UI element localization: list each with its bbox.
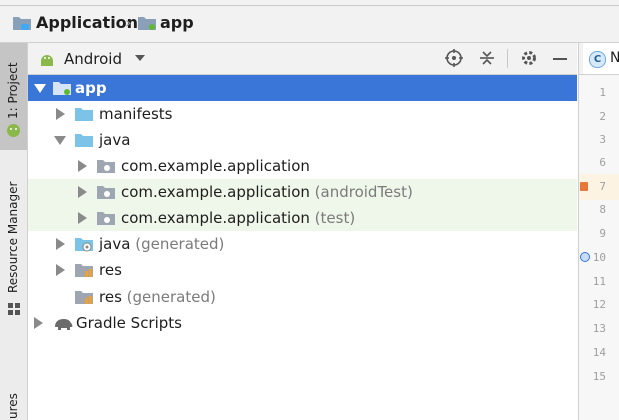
line-number: 9	[599, 227, 606, 240]
project-folder-icon	[13, 17, 31, 30]
tree-item-manifests[interactable]: manifests	[28, 101, 577, 127]
expand-arrow-icon[interactable]	[78, 186, 87, 198]
module-folder-icon	[138, 17, 156, 30]
folder-icon	[75, 134, 93, 147]
clipped-title-strip	[0, 0, 619, 6]
tree-item-suffix: (generated)	[126, 288, 216, 306]
locate-icon[interactable]	[445, 49, 463, 67]
class-icon: C	[589, 51, 606, 68]
folder-icon	[75, 108, 93, 121]
package-icon	[97, 186, 115, 199]
resource-manager-tab-label: Resource Manager	[6, 181, 20, 293]
tree-item-java-generated[interactable]: java (generated)	[28, 231, 577, 257]
project-tool-tab[interactable]: 1: Project	[0, 43, 27, 150]
tree-item-label: res (generated)	[99, 288, 216, 306]
editor-tab[interactable]: C N	[583, 43, 619, 74]
resource-folder-icon	[75, 291, 93, 304]
line-number: 14	[592, 346, 606, 359]
line-number: 13	[592, 322, 606, 335]
toolbar-divider	[507, 49, 508, 68]
tree-item-label: manifests	[99, 105, 173, 123]
line-number: 2	[599, 110, 606, 123]
package-icon	[97, 212, 115, 225]
tree-item-res-generated[interactable]: res (generated)	[28, 284, 577, 310]
tree-item-app[interactable]: app	[28, 75, 577, 101]
editor-tab-label: N	[610, 50, 619, 66]
structure-tool-tab[interactable]: ures	[6, 393, 20, 419]
line-number: 8	[599, 203, 606, 216]
tree-item-label: Gradle Scripts	[76, 314, 182, 332]
tree-item-suffix: (test)	[314, 209, 356, 227]
tree-item-label: java	[99, 131, 131, 149]
tree-item-label: com.example.application (test)	[121, 209, 356, 227]
project-panel-header: Android	[28, 43, 577, 75]
editor-tab-bar: C N	[579, 43, 619, 75]
generated-folder-icon	[75, 238, 93, 252]
package-icon	[97, 160, 115, 173]
tree-item-res[interactable]: res	[28, 257, 577, 283]
view-mode-selector[interactable]: Android	[64, 50, 122, 68]
tree-item-suffix: (generated)	[135, 235, 225, 253]
minimize-icon[interactable]	[553, 58, 567, 60]
breadcrumb-project[interactable]: Application	[36, 13, 138, 33]
tree-item-label: com.example.application	[121, 157, 310, 175]
expand-arrow-icon[interactable]	[56, 108, 65, 120]
line-number: 12	[592, 298, 606, 311]
line-number: 11	[592, 275, 606, 288]
android-icon	[41, 55, 53, 66]
gear-icon[interactable]	[520, 49, 538, 67]
tree-item-package-android-test[interactable]: com.example.application (androidTest)	[28, 179, 577, 205]
resource-folder-icon	[75, 264, 93, 277]
tree-item-suffix: (androidTest)	[314, 183, 413, 201]
expand-arrow-icon[interactable]	[56, 238, 65, 250]
breadcrumb-module[interactable]: app	[160, 13, 194, 33]
resource-manager-icon	[8, 303, 20, 315]
android-icon	[7, 124, 20, 137]
expand-arrow-icon[interactable]	[34, 317, 43, 329]
module-folder-icon	[53, 82, 71, 95]
expand-arrow-icon[interactable]	[78, 212, 87, 224]
tree-item-package-test[interactable]: com.example.application (test)	[28, 205, 577, 231]
line-number: 15	[592, 370, 606, 383]
expand-arrow-icon[interactable]	[56, 264, 65, 276]
line-number: 10	[592, 251, 606, 264]
tree-item-gradle-scripts[interactable]: Gradle Scripts	[28, 310, 577, 336]
breadcrumb-separator-icon: ›	[125, 13, 132, 32]
tree-item-label: app	[75, 79, 107, 97]
tree-item-label: java (generated)	[99, 235, 225, 253]
editor-area: C N 1 2 3 6 7 8 9 10 11 12 13 14 15	[578, 43, 619, 420]
collapse-all-icon[interactable]	[478, 49, 496, 67]
expand-arrow-icon[interactable]	[78, 160, 87, 172]
breadcrumb-bar: Application › app	[0, 0, 619, 43]
line-number: 3	[599, 133, 606, 146]
line-number: 6	[599, 156, 606, 169]
left-tool-strip: 1: Project Resource Manager ures	[0, 43, 28, 420]
tree-item-package[interactable]: com.example.application	[28, 153, 577, 179]
line-number: 1	[599, 86, 606, 99]
expand-arrow-icon[interactable]	[54, 136, 66, 145]
project-tool-tab-label: 1: Project	[6, 62, 20, 119]
line-number: 7	[599, 180, 606, 193]
chevron-down-icon[interactable]	[135, 55, 145, 61]
tree-item-java[interactable]: java	[28, 127, 577, 153]
expand-arrow-icon[interactable]	[34, 84, 46, 93]
gradle-elephant-icon	[55, 319, 73, 330]
tree-item-label: com.example.application (androidTest)	[121, 183, 413, 201]
resource-manager-tool-tab[interactable]: Resource Manager	[0, 173, 27, 323]
tree-item-label: res	[99, 261, 122, 279]
